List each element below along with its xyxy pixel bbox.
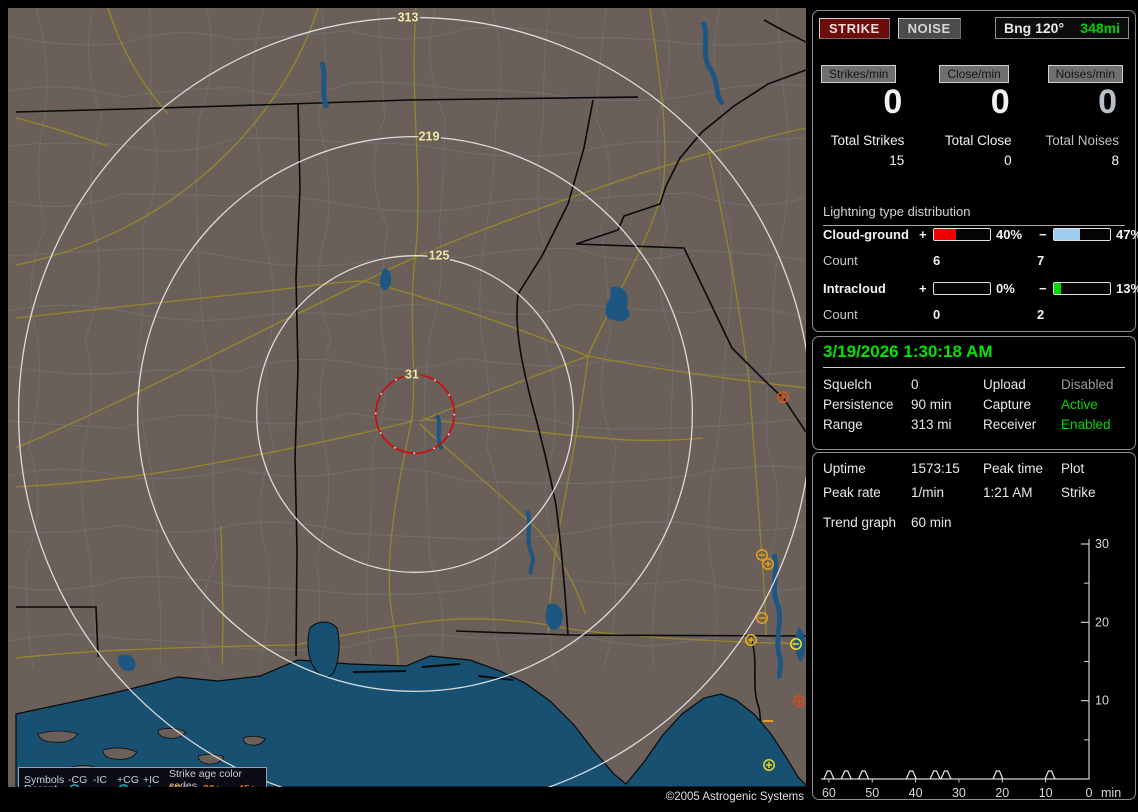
legend-recent-label: Recent [24, 783, 68, 787]
receiver-status: Enabled [1061, 417, 1111, 432]
cloud-ground-row: Cloud-ground + 40% − 47% [823, 227, 1138, 242]
trend-xtick-60: 60 [822, 786, 836, 799]
ic-neg-count: 2 [1037, 307, 1045, 322]
cg-pos-bar [933, 228, 991, 241]
peak-rate-value: 1/min [911, 485, 945, 500]
cg-pos-recent-icon [117, 783, 143, 787]
cg-pos-count: 6 [933, 253, 941, 268]
capture-status: Active [1061, 397, 1098, 412]
range-value: 313 mi [911, 417, 952, 432]
copyright-text: ©2005 Astrogenic Systems [665, 791, 804, 803]
trend-ytick-20: 20 [1095, 615, 1109, 629]
ring-label-219: 219 [419, 130, 440, 144]
distribution-title: Lightning type distribution [823, 204, 1125, 226]
noise-button[interactable]: NOISE [897, 17, 961, 39]
persistence-value: 90 min [911, 397, 952, 412]
peak-rate-label: Peak rate [823, 485, 881, 500]
age-code-15: 15+ [169, 783, 203, 787]
ic-pos-recent-icon [143, 783, 169, 787]
date-time: 3/19/2026 1:30:18 AM [823, 342, 1125, 368]
cg-neg-count: 7 [1037, 253, 1045, 268]
trend-spike [858, 770, 870, 780]
legend-row-recent: Recent 15+ 30+ 45+ [19, 782, 266, 787]
age-code-45: 45+ [238, 783, 271, 787]
cg-neg-pct: 47% [1116, 227, 1138, 242]
trend-xtick-0: 0 [1086, 786, 1093, 799]
ic-pos-bar [933, 282, 991, 295]
close-per-min-label: Close/min [939, 65, 1009, 83]
bearing-distance: 348mi [1080, 20, 1120, 36]
trend-xtick-20: 20 [995, 786, 1009, 799]
bearing-label: Bng 120° [1004, 20, 1065, 36]
uptime-value: 1573:15 [911, 461, 960, 476]
ic-pos-count: 0 [933, 307, 941, 322]
trend-xtick-50: 50 [865, 786, 879, 799]
legend-header: Symbols -CG -IC +CG +IC Strike age color… [19, 768, 266, 787]
ic-neg-pct: 13% [1116, 281, 1138, 296]
strikes-per-min-label: Strikes/min [821, 65, 897, 83]
age-code-30: 30+ [203, 783, 238, 787]
intracloud-count-row: Count 0 2 [823, 307, 1129, 322]
map-canvas: 31 125 219 313 [8, 8, 806, 787]
ring-label-313: 313 [398, 11, 419, 25]
total-close: Total Close 0 [944, 133, 1012, 168]
ic-neg-recent-icon [93, 783, 117, 788]
trend-spike [905, 770, 917, 780]
trend-spike [929, 770, 941, 780]
trend-spike [823, 770, 835, 780]
noises-per-min-label: Noises/min [1047, 65, 1123, 83]
persistence-label: Persistence [823, 397, 894, 412]
trend-xtick-30: 30 [952, 786, 966, 799]
cloud-ground-count-row: Count 6 7 [823, 253, 1129, 268]
squelch-label: Squelch [823, 377, 872, 392]
trend-panel: Uptime 1573:15 Peak time Plot Peak rate … [812, 452, 1136, 800]
trend-x-unit: min [1101, 786, 1121, 799]
cg-neg-recent-icon [68, 783, 93, 787]
trend-spike [840, 770, 852, 780]
ic-neg-bar [1053, 282, 1111, 295]
map-display[interactable]: 31 125 219 313 Symbols -CG -IC +CG +IC Stri… [8, 8, 806, 787]
strikes-per-min-value: 0 [883, 83, 903, 121]
peak-time-label: Peak time [983, 461, 1044, 476]
trend-spike [940, 770, 952, 780]
capture-label: Capture [983, 397, 1032, 412]
close-per-min-value: 0 [990, 83, 1010, 121]
total-noises: Total Noises 8 [1045, 133, 1119, 168]
squelch-value: 0 [911, 377, 919, 392]
trend-xtick-40: 40 [909, 786, 923, 799]
ring-label-125: 125 [429, 249, 450, 263]
strike-button[interactable]: STRIKE [819, 17, 890, 39]
noises-per-min-value: 0 [1098, 83, 1117, 121]
counters-panel: STRIKE NOISE Bng 120° 348mi Strikes/min … [812, 10, 1138, 332]
bearing-readout: Bng 120° 348mi [995, 17, 1129, 39]
upload-label: Upload [983, 377, 1026, 392]
total-strikes: Total Strikes 15 [830, 133, 905, 168]
trend-spike [992, 770, 1004, 780]
cg-neg-bar [1053, 228, 1111, 241]
trend-xtick-10: 10 [1039, 786, 1053, 799]
intracloud-row: Intracloud + 0% − 13% [823, 281, 1138, 296]
uptime-label: Uptime [823, 461, 866, 476]
trend-spike [1044, 770, 1056, 780]
ring-label-31: 31 [405, 368, 419, 382]
trend-graph: 10 20 30 60 50 40 30 20 10 0 min [821, 537, 1121, 799]
symbol-legend: Symbols -CG -IC +CG +IC Strike age color… [18, 767, 267, 787]
plot-mode-value: Strike [1061, 485, 1096, 500]
trend-ytick-30: 30 [1095, 537, 1109, 551]
plot-label: Plot [1061, 461, 1085, 476]
ic-pos-pct: 0% [996, 281, 1015, 296]
peak-time-value: 1:21 AM [983, 485, 1033, 500]
upload-status: Disabled [1061, 377, 1114, 392]
range-label: Range [823, 417, 863, 432]
receiver-label: Receiver [983, 417, 1037, 432]
status-panel: 3/19/2026 1:30:18 AM Squelch 0 Upload Di… [812, 336, 1136, 450]
cg-pos-pct: 40% [996, 227, 1023, 242]
trend-ytick-10: 10 [1095, 694, 1109, 708]
trend-axes [821, 539, 1090, 780]
